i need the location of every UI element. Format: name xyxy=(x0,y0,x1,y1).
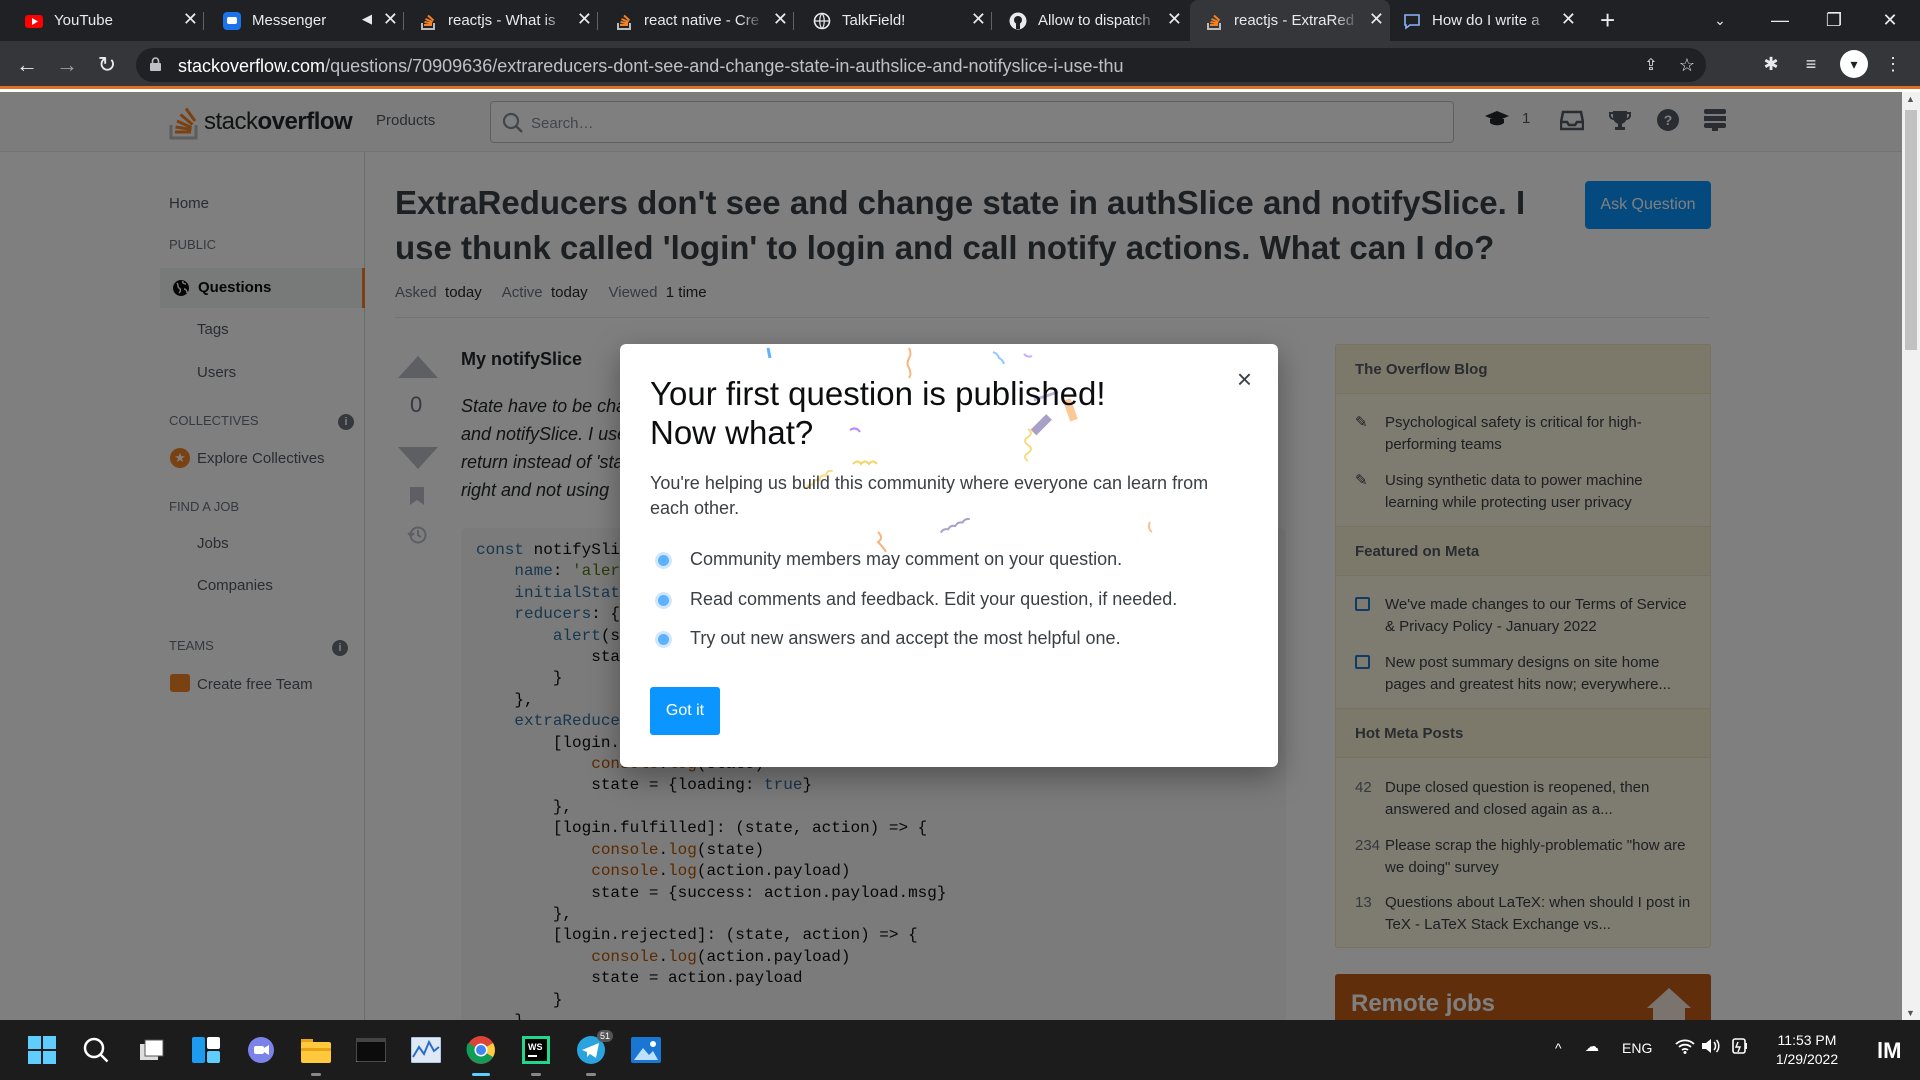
tab-title: How do I write a xyxy=(1432,12,1540,29)
modal-title-line-1: Your first question is published! xyxy=(650,375,1106,412)
tab-how-do-i-write[interactable]: How do I write a ✕ xyxy=(1402,0,1582,41)
file-explorer-icon[interactable] xyxy=(300,1034,332,1076)
volume-icon[interactable] xyxy=(1701,1038,1721,1057)
forward-icon[interactable]: → xyxy=(54,52,80,78)
modal-title: Your first question is published! Now wh… xyxy=(650,374,1170,452)
close-icon[interactable]: × xyxy=(1237,366,1252,392)
clock-time: 11:53 PM xyxy=(1777,1032,1837,1048)
tab-title: TalkField! xyxy=(842,12,906,29)
language-indicator[interactable]: ENG xyxy=(1622,1040,1652,1056)
modal-bullet-text: Read comments and feedback. Edit your qu… xyxy=(690,589,1178,609)
webstorm-icon[interactable]: WS xyxy=(520,1034,552,1076)
stackoverflow-icon xyxy=(418,11,438,31)
tab-youtube[interactable]: YouTube ✕ xyxy=(24,0,204,41)
modal-bullet-text: Community members may comment on your qu… xyxy=(690,549,1123,569)
scroll-down-arrow-icon[interactable]: ▼ xyxy=(1906,1008,1915,1018)
new-tab-button[interactable]: + xyxy=(1600,7,1615,33)
windows-taskbar: WS 51 ^ ☁ ENG 11:53 PM 1/29/2022 lM xyxy=(0,1020,1920,1080)
tab-search-button[interactable]: ⌄ xyxy=(1690,0,1750,41)
github-icon xyxy=(1008,11,1028,31)
tab-messenger[interactable]: Messenger ◀︎ ✕ xyxy=(222,0,404,41)
messenger-icon xyxy=(222,11,242,31)
notification-center-icon[interactable]: lM xyxy=(1877,1038,1901,1064)
tab-title: Allow to dispatch xyxy=(1038,12,1151,29)
chat-icon xyxy=(1402,11,1422,31)
url-text[interactable]: stackoverflow.com/questions/70909636/ext… xyxy=(178,56,1124,77)
muted-speaker-icon[interactable]: ◀︎ xyxy=(362,11,372,27)
stackoverflow-icon xyxy=(1204,11,1224,31)
terminal-icon[interactable] xyxy=(355,1034,387,1066)
url-path: /questions/70909636/extrareducers-dont-s… xyxy=(325,56,1124,76)
close-tab-icon[interactable]: ✕ xyxy=(383,9,398,30)
tab-title: react native - Cre xyxy=(644,12,760,29)
show-hidden-icons-chevron[interactable]: ^ xyxy=(1555,1040,1562,1056)
bookmark-star-icon[interactable]: ☆ xyxy=(1676,54,1698,76)
close-tab-icon[interactable]: ✕ xyxy=(971,9,986,30)
bullet-dot-icon xyxy=(658,634,669,645)
photos-icon[interactable] xyxy=(630,1034,662,1066)
lock-icon xyxy=(150,57,161,71)
onedrive-error-icon[interactable]: ☁ xyxy=(1585,1038,1599,1055)
got-it-button[interactable]: Got it xyxy=(650,687,720,735)
globe-icon xyxy=(812,11,832,31)
resource-monitor-icon[interactable] xyxy=(410,1034,442,1066)
chrome-icon[interactable] xyxy=(465,1034,497,1076)
teams-chat-icon[interactable] xyxy=(245,1034,277,1066)
tab-reactjs-what-is[interactable]: reactjs - What is ✕ xyxy=(418,0,598,41)
windows-start-icon[interactable] xyxy=(26,1034,58,1066)
widgets-icon[interactable] xyxy=(190,1034,222,1066)
close-tab-icon[interactable]: ✕ xyxy=(1167,9,1182,30)
address-bar[interactable]: stackoverflow.com/questions/70909636/ext… xyxy=(136,48,1706,82)
youtube-icon xyxy=(24,11,44,31)
close-tab-icon[interactable]: ✕ xyxy=(1369,9,1384,30)
svg-text:WS: WS xyxy=(528,1042,543,1052)
extensions-icon[interactable]: ✱ xyxy=(1760,53,1782,75)
modal-lead-text: You're helping us build this community w… xyxy=(650,473,1209,518)
tab-title: reactjs - What is xyxy=(448,12,556,29)
modal-title-line-2: Now what? xyxy=(650,414,814,451)
browser-toolbar: ← → ↻ stackoverflow.com/questions/709096… xyxy=(0,41,1920,89)
browser-menu-icon[interactable]: ⋮ xyxy=(1882,53,1904,75)
battery-icon[interactable] xyxy=(1730,1038,1750,1057)
tab-title: Messenger xyxy=(252,12,327,29)
tab-talkfield[interactable]: TalkField! ✕ xyxy=(812,0,992,41)
media-control-icon[interactable]: ≡ xyxy=(1800,53,1822,75)
task-view-icon[interactable] xyxy=(136,1034,168,1066)
telegram-icon[interactable]: 51 xyxy=(575,1030,613,1076)
system-clock[interactable]: 11:53 PM 1/29/2022 xyxy=(1772,1031,1842,1069)
tab-react-native[interactable]: react native - Cre ✕ xyxy=(614,0,794,41)
share-icon[interactable]: ⇪ xyxy=(1640,54,1662,76)
scroll-up-arrow-icon[interactable]: ▲ xyxy=(1906,94,1915,104)
page-scrollbar[interactable]: ▲ ▼ xyxy=(1902,92,1920,1020)
scrollbar-thumb[interactable] xyxy=(1905,110,1917,350)
bullet-dot-icon xyxy=(658,595,669,606)
wifi-icon[interactable] xyxy=(1675,1038,1695,1057)
close-window-button[interactable]: ✕ xyxy=(1860,0,1920,41)
search-icon[interactable] xyxy=(80,1034,112,1066)
tab-allow-to-dispatch[interactable]: Allow to dispatch ✕ xyxy=(1008,0,1188,41)
close-tab-icon[interactable]: ✕ xyxy=(183,9,198,30)
stackoverflow-icon xyxy=(614,11,634,31)
close-tab-icon[interactable]: ✕ xyxy=(1561,9,1576,30)
tab-reactjs-extrareducers[interactable]: reactjs - ExtraRed ✕ xyxy=(1190,0,1390,41)
restore-button[interactable]: ❐ xyxy=(1804,0,1864,41)
bullet-dot-icon xyxy=(658,555,669,566)
url-domain: stackoverflow.com xyxy=(178,56,326,76)
close-tab-icon[interactable]: ✕ xyxy=(577,9,592,30)
profile-avatar-icon[interactable]: ▾ xyxy=(1840,50,1868,78)
first-question-modal: × Your first question is published! Now … xyxy=(620,344,1278,767)
tab-title: YouTube xyxy=(54,12,113,29)
back-icon[interactable]: ← xyxy=(14,52,40,78)
clock-date: 1/29/2022 xyxy=(1775,1051,1839,1067)
close-tab-icon[interactable]: ✕ xyxy=(773,9,788,30)
tab-title: reactjs - ExtraRed xyxy=(1234,12,1355,29)
minimize-button[interactable]: — xyxy=(1750,0,1810,41)
modal-bullet-text: Try out new answers and accept the most … xyxy=(690,628,1121,648)
telegram-badge: 51 xyxy=(596,1030,613,1042)
browser-tab-strip: YouTube ✕ Messenger ◀︎ ✕ reactjs - What … xyxy=(0,0,1920,41)
reload-icon[interactable]: ↻ xyxy=(94,52,120,78)
